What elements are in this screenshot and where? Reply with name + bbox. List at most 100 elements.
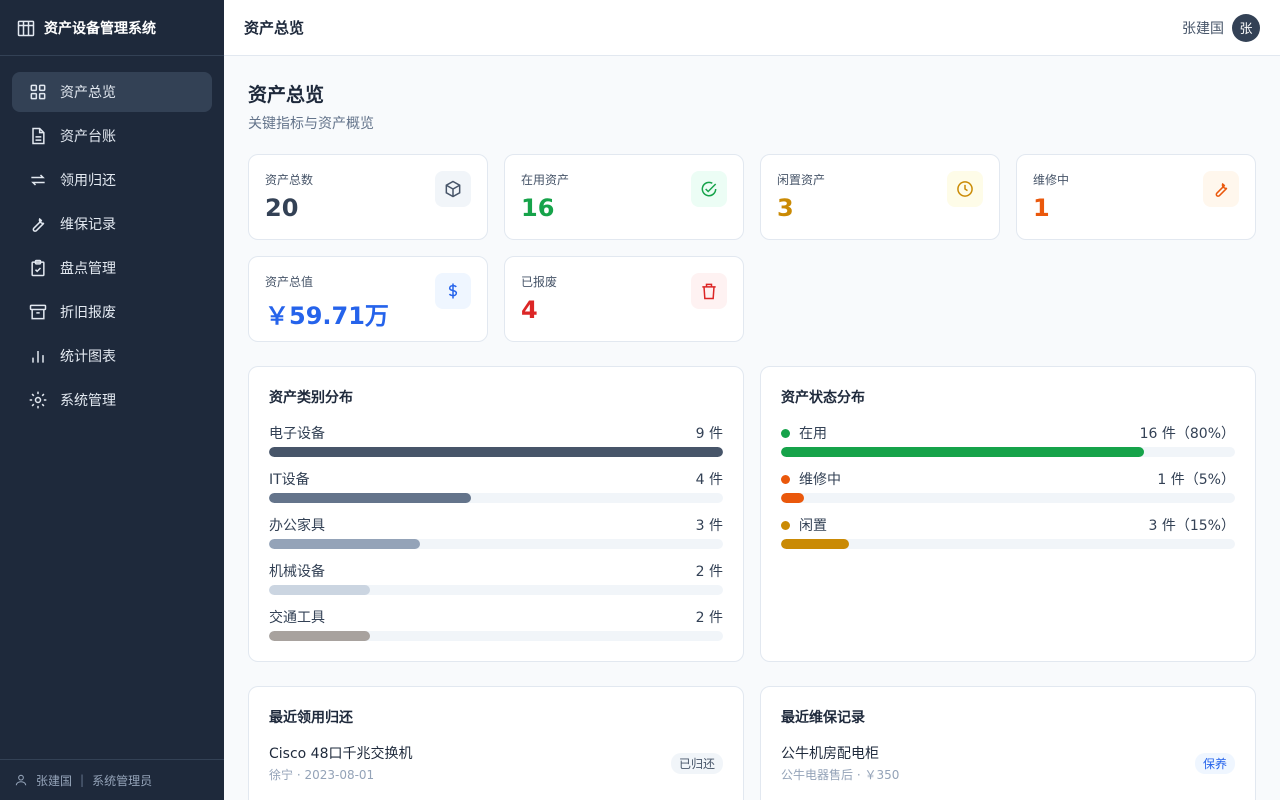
sidebar-item-stats[interactable]: 统计图表 [12, 336, 212, 376]
page-subtitle: 关键指标与资产概览 [248, 116, 374, 132]
stat-card-scrapped: 已报废 4 [504, 256, 744, 342]
stat-card-in-use: 在用资产 16 [504, 154, 744, 240]
avatar[interactable]: 张 [1232, 13, 1260, 42]
item-subtitle: 徐宁 · 2023-08-01 [269, 768, 375, 782]
status-bar [781, 539, 850, 549]
status-count: 16 件（80%） [1139, 426, 1235, 442]
sidebar-item-system[interactable]: 系统管理 [12, 380, 212, 420]
sidebar: 资产设备管理系统 资产总览 资产台账 领用归还 维保记录 盘点管理 折旧报废 统… [0, 0, 224, 800]
category-track [269, 585, 723, 595]
category-row: 机械设备 2 件 [269, 561, 723, 595]
category-bar [269, 493, 471, 503]
list-item[interactable]: Cisco 48口千兆交换机 徐宁 · 2023-08-01 已归还 [269, 743, 723, 783]
recent-loans-title: 最近领用归还 [269, 710, 353, 726]
sidebar-item-label: 资产台账 [60, 129, 116, 145]
category-label: 机械设备 [269, 564, 325, 580]
status-track [781, 493, 1235, 503]
category-count: 4 件 [695, 472, 723, 488]
status-bar [781, 447, 1145, 457]
sidebar-item-label: 维保记录 [60, 217, 116, 233]
category-panel: 资产类别分布 电子设备 9 件 IT设备 4 件 办公家具 3 件 机械设备 2 件 交… [248, 366, 744, 662]
category-bar [269, 447, 723, 457]
status-panel: 资产状态分布 在用 16 件（80%） 维修中 1 件（5%） 闲置 3 件（15%） [760, 366, 1256, 662]
box-icon [435, 171, 471, 207]
grid-icon [30, 84, 46, 100]
status-row: 闲置 3 件（15%） [781, 515, 1235, 549]
category-label: 电子设备 [269, 426, 325, 442]
sidebar-item-depreciation[interactable]: 折旧报废 [12, 292, 212, 332]
category-count: 3 件 [695, 518, 723, 534]
recent-maintenance-title: 最近维保记录 [781, 710, 865, 726]
document-icon [32, 127, 45, 145]
category-track [269, 631, 723, 641]
main-content: 资产总览 关键指标与资产概览 资产总数 20 在用资产 16 闲置资产 3 维修… [224, 56, 1280, 800]
trash-icon [691, 273, 727, 309]
status-bar [781, 493, 804, 503]
footer-role: 系统管理员 [92, 773, 153, 788]
sidebar-item-label: 盘点管理 [60, 261, 116, 277]
category-track [269, 493, 723, 503]
status-dot [781, 428, 790, 438]
status-title: 资产状态分布 [781, 390, 865, 406]
wrench-icon [1203, 171, 1239, 207]
status-count: 3 件（15%） [1148, 518, 1235, 534]
top-bar: 资产总览 张建国 张 [224, 0, 1280, 56]
sidebar-item-ledger[interactable]: 资产台账 [12, 116, 212, 156]
status-dot [781, 474, 790, 484]
status-label: 在用 [799, 426, 827, 442]
swap-icon [31, 174, 45, 186]
bar-chart-icon [32, 351, 44, 363]
category-bar [269, 631, 370, 641]
category-row: 电子设备 9 件 [269, 423, 723, 457]
category-track [269, 539, 723, 549]
type-badge: 保养 [1194, 752, 1235, 774]
wrench-icon [32, 217, 45, 232]
dollar-icon [435, 273, 471, 309]
sidebar-item-loans[interactable]: 领用归还 [12, 160, 212, 200]
app-title: 资产设备管理系统 [44, 20, 156, 37]
page-title: 资产总览 [248, 84, 325, 106]
item-subtitle: 公牛电器售后 · ￥350 [781, 768, 900, 782]
archive-icon [29, 304, 47, 320]
category-count: 2 件 [695, 564, 723, 580]
status-row: 维修中 1 件（5%） [781, 469, 1235, 503]
check-circle-icon [691, 171, 727, 207]
stat-card-repair: 维修中 1 [1016, 154, 1256, 240]
building-icon [17, 20, 35, 36]
status-dot [781, 520, 790, 530]
status-count: 1 件（5%） [1157, 472, 1235, 488]
category-label: IT设备 [269, 472, 310, 488]
sidebar-item-inventory[interactable]: 盘点管理 [12, 248, 212, 288]
sidebar-item-label: 统计图表 [60, 349, 116, 365]
category-row: 办公家具 3 件 [269, 515, 723, 549]
recent-maintenance-panel: 最近维保记录 公牛机房配电柜 公牛电器售后 · ￥350 保养 [760, 686, 1256, 800]
clock-icon [947, 171, 983, 207]
status-label: 闲置 [799, 518, 827, 534]
item-title: Cisco 48口千兆交换机 [269, 746, 413, 762]
item-title: 公牛机房配电柜 [781, 746, 879, 762]
list-item[interactable]: 公牛机房配电柜 公牛电器售后 · ￥350 保养 [781, 743, 1235, 783]
footer-separator: | [80, 773, 85, 787]
sidebar-item-overview[interactable]: 资产总览 [12, 72, 212, 112]
sidebar-footer: 张建国 | 系统管理员 [0, 759, 224, 800]
user-icon [15, 774, 27, 786]
stat-card-idle: 闲置资产 3 [760, 154, 1000, 240]
footer-user: 张建国 [36, 773, 73, 788]
category-label: 办公家具 [269, 518, 325, 534]
sidebar-nav: 资产总览 资产台账 领用归还 维保记录 盘点管理 折旧报废 统计图表 系统管理 [0, 56, 224, 440]
category-label: 交通工具 [269, 610, 325, 626]
stat-card-total: 资产总数 20 [248, 154, 488, 240]
sidebar-item-label: 领用归还 [60, 173, 116, 189]
category-count: 9 件 [695, 426, 723, 442]
header-user-name: 张建国 [1182, 20, 1224, 37]
sidebar-item-label: 系统管理 [60, 393, 116, 409]
category-track [269, 447, 723, 457]
category-count: 2 件 [695, 610, 723, 626]
status-badge: 已归还 [670, 752, 723, 774]
category-row: 交通工具 2 件 [269, 607, 723, 641]
clipboard-check-icon [31, 259, 45, 277]
recent-loans-panel: 最近领用归还 Cisco 48口千兆交换机 徐宁 · 2023-08-01 已归… [248, 686, 744, 800]
status-track [781, 447, 1235, 457]
user-menu[interactable]: 张建国 张 [1182, 13, 1260, 42]
sidebar-item-maintenance[interactable]: 维保记录 [12, 204, 212, 244]
